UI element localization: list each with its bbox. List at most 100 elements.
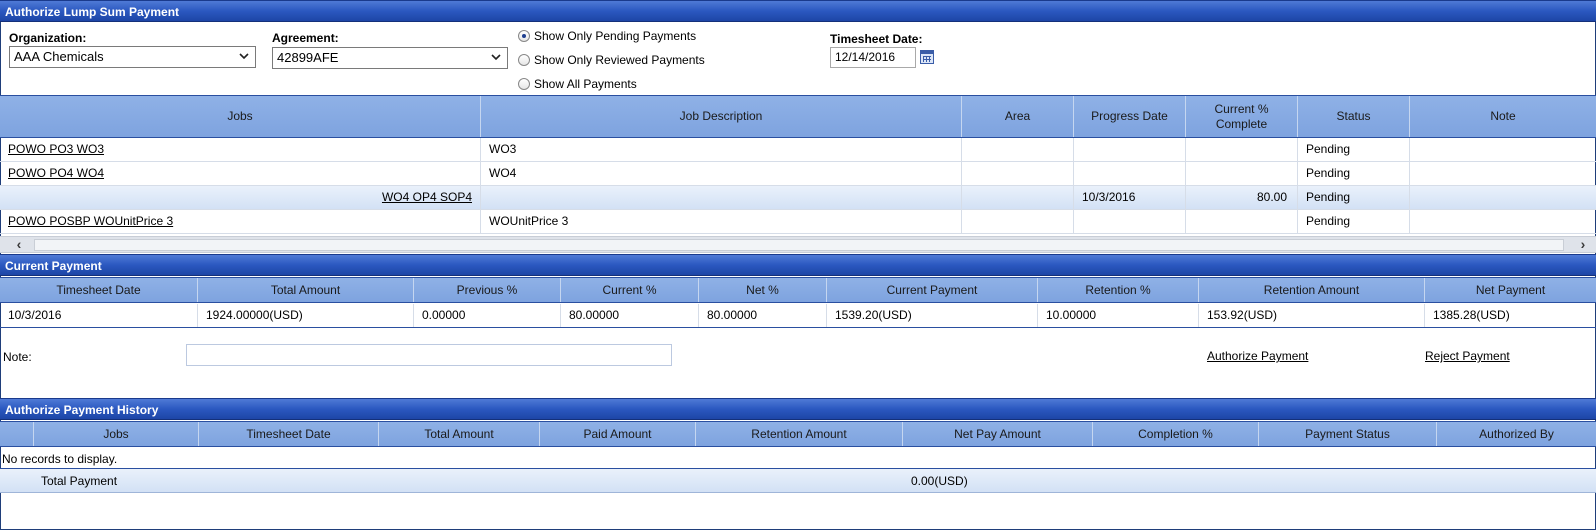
col-current-pct[interactable]: Current %: [561, 278, 699, 302]
current-pct-cell: [1186, 138, 1298, 161]
scrollbar-thumb[interactable]: [34, 239, 1564, 251]
col-area[interactable]: Area: [962, 96, 1074, 137]
agreement-select[interactable]: 42899AFE: [272, 47, 508, 69]
job-description-cell: WOUnitPrice 3: [481, 210, 962, 233]
status-cell: Pending: [1298, 138, 1410, 161]
table-row[interactable]: POWO POSBP WOUnitPrice 3 WOUnitPrice 3 P…: [0, 210, 1596, 234]
job-description-cell: [481, 186, 962, 209]
col-current-pct[interactable]: Current % Complete: [1186, 96, 1298, 137]
job-link[interactable]: POWO PO4 WO4: [8, 166, 104, 180]
agreement-value: 42899AFE: [277, 50, 339, 65]
filter-reviewed-radio[interactable]: Show Only Reviewed Payments: [518, 52, 705, 68]
col-payment-status[interactable]: Payment Status: [1259, 422, 1437, 446]
retention-amount-cell: 153.92(USD): [1199, 304, 1425, 327]
total-payment-row: Total Payment 0.00(USD): [0, 468, 1596, 493]
organization-label: Organization:: [9, 31, 87, 45]
table-row: 10/3/2016 1924.00000(USD) 0.00000 80.000…: [0, 304, 1596, 328]
net-pct-cell: 80.00000: [699, 304, 827, 327]
radio-unselected-icon[interactable]: [518, 54, 530, 66]
col-retention-pct[interactable]: Retention %: [1038, 278, 1199, 302]
agreement-label: Agreement:: [272, 31, 339, 45]
authorize-payment-link[interactable]: Authorize Payment: [1207, 349, 1308, 363]
progress-date-cell: [1074, 138, 1186, 161]
current-pct-cell: [1186, 210, 1298, 233]
progress-date-cell: 10/3/2016: [1074, 186, 1186, 209]
total-amount-cell: 1924.00000(USD): [198, 304, 414, 327]
col-progress-date[interactable]: Progress Date: [1074, 96, 1186, 137]
job-link[interactable]: POWO POSBP WOUnitPrice 3: [8, 214, 173, 228]
col-timesheet-date[interactable]: Timesheet Date: [0, 278, 198, 302]
progress-date-cell: [1074, 162, 1186, 185]
job-link[interactable]: POWO PO3 WO3: [8, 142, 104, 156]
organization-select[interactable]: AAA Chemicals: [9, 46, 256, 68]
col-total-amount[interactable]: Total Amount: [379, 422, 540, 446]
filter-pending-radio[interactable]: Show Only Pending Payments: [518, 28, 696, 44]
col-net-pct[interactable]: Net %: [699, 278, 827, 302]
scroll-left-icon[interactable]: ‹: [10, 237, 28, 254]
col-paid-amount[interactable]: Paid Amount: [540, 422, 696, 446]
timesheet-date-cell: 10/3/2016: [0, 304, 198, 327]
filter-reviewed-label: Show Only Reviewed Payments: [534, 53, 705, 67]
current-payment-header: Timesheet Date Total Amount Previous % C…: [0, 277, 1596, 303]
area-cell: [962, 138, 1074, 161]
calendar-icon[interactable]: [920, 50, 934, 64]
area-cell: [962, 162, 1074, 185]
col-jobs[interactable]: Jobs: [0, 96, 481, 137]
chevron-down-icon: [491, 54, 501, 61]
col-note[interactable]: Note: [1410, 96, 1596, 137]
status-cell: Pending: [1298, 210, 1410, 233]
note-cell: [1410, 138, 1596, 161]
history-header: Jobs Timesheet Date Total Amount Paid Am…: [0, 421, 1596, 447]
progress-date-cell: [1074, 210, 1186, 233]
previous-pct-cell: 0.00000: [414, 304, 561, 327]
filter-all-radio[interactable]: Show All Payments: [518, 76, 637, 92]
current-pct-cell: 80.00000: [561, 304, 699, 327]
table-row[interactable]: POWO PO3 WO3 WO3 Pending: [0, 138, 1596, 162]
col-retention-amount[interactable]: Retention Amount: [1199, 278, 1425, 302]
horizontal-scrollbar[interactable]: ‹ ›: [0, 236, 1596, 253]
net-payment-cell: 1385.28(USD): [1433, 308, 1510, 322]
current-pct-cell: [1186, 162, 1298, 185]
col-expand: [0, 422, 34, 446]
col-completion-pct[interactable]: Completion %: [1093, 422, 1259, 446]
total-payment-label: Total Payment: [41, 474, 118, 488]
total-payment-value: 0.00(USD): [911, 474, 968, 488]
job-description-cell: WO3: [481, 138, 962, 161]
scroll-right-icon[interactable]: ›: [1574, 237, 1592, 254]
radio-selected-icon[interactable]: [518, 30, 530, 42]
timesheet-date-label: Timesheet Date:: [830, 32, 923, 46]
retention-pct-cell: 10.00000: [1038, 304, 1199, 327]
note-cell: [1410, 210, 1596, 233]
col-previous-pct[interactable]: Previous %: [414, 278, 561, 302]
current-pct-cell: 80.00: [1186, 186, 1298, 209]
job-link[interactable]: WO4 OP4 SOP4: [382, 190, 472, 204]
chevron-down-icon: [239, 53, 249, 60]
radio-unselected-icon[interactable]: [518, 78, 530, 90]
col-net-payment[interactable]: Net Payment: [1425, 278, 1596, 302]
filter-pending-label: Show Only Pending Payments: [534, 29, 697, 43]
status-cell: Pending: [1298, 162, 1410, 185]
status-cell: Pending: [1298, 186, 1410, 209]
col-retention-amount[interactable]: Retention Amount: [696, 422, 903, 446]
col-job-description[interactable]: Job Description: [481, 96, 962, 137]
note-input[interactable]: [186, 344, 672, 366]
note-cell: [1410, 162, 1596, 185]
col-authorized-by[interactable]: Authorized By: [1437, 422, 1596, 446]
col-current-payment[interactable]: Current Payment: [827, 278, 1038, 302]
col-status[interactable]: Status: [1298, 96, 1410, 137]
col-total-amount[interactable]: Total Amount: [198, 278, 414, 302]
col-jobs[interactable]: Jobs: [34, 422, 199, 446]
note-label: Note:: [3, 350, 32, 364]
timesheet-date-input[interactable]: 12/14/2016: [830, 47, 916, 68]
reject-payment-link[interactable]: Reject Payment: [1425, 349, 1510, 363]
history-section-header: Authorize Payment History: [0, 398, 1596, 420]
col-timesheet-date[interactable]: Timesheet Date: [199, 422, 379, 446]
table-row[interactable]: POWO PO4 WO4 WO4 Pending: [0, 162, 1596, 186]
table-row[interactable]: WO4 OP4 SOP4 10/3/2016 80.00 Pending: [0, 186, 1596, 210]
col-net-pay-amount[interactable]: Net Pay Amount: [903, 422, 1093, 446]
note-cell: [1410, 186, 1596, 209]
jobs-grid-header: Jobs Job Description Area Progress Date …: [0, 95, 1596, 138]
area-cell: [962, 210, 1074, 233]
empty-records-message: No records to display.: [2, 452, 118, 466]
filter-all-label: Show All Payments: [534, 77, 637, 91]
